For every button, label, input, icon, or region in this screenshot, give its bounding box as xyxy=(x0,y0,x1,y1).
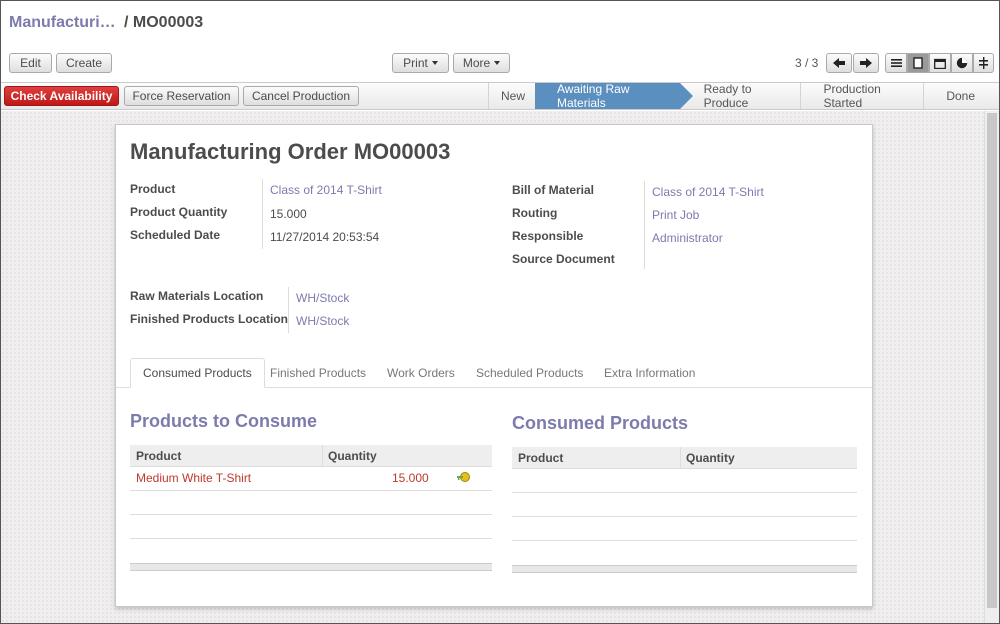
table-row-empty xyxy=(130,515,492,539)
products-to-consume-table: Product Quantity Medium White T-Shirt 15… xyxy=(130,445,492,571)
raw-materials-location-label: Raw Materials Location xyxy=(130,289,264,303)
tab-scheduled-products[interactable]: Scheduled Products xyxy=(464,358,595,388)
create-label: Create xyxy=(65,56,103,70)
tab-finished-products[interactable]: Finished Products xyxy=(258,358,378,388)
column-divider xyxy=(680,447,681,469)
gantt-view-button[interactable] xyxy=(973,53,994,73)
raw-materials-location-value[interactable]: WH/Stock xyxy=(296,291,349,305)
notebook-tabs: Consumed Products Finished Products Work… xyxy=(116,358,872,388)
breadcrumb-current: / MO00003 xyxy=(124,14,204,31)
column-header-product: Product xyxy=(136,449,182,463)
consumed-products-table: Product Quantity xyxy=(512,447,857,573)
tab-work-orders[interactable]: Work Orders xyxy=(375,358,467,388)
form-view-button[interactable] xyxy=(907,53,929,73)
product-quantity-value: 15.000 xyxy=(270,207,307,221)
finished-products-location-value[interactable]: WH/Stock xyxy=(296,314,349,328)
arrow-right-icon xyxy=(860,58,872,68)
statusbar: Check Availability Force Reservation Can… xyxy=(1,82,999,110)
caret-down-icon xyxy=(431,61,438,65)
scrollbar-thumb[interactable] xyxy=(987,113,997,608)
bill-of-material-value[interactable]: Class of 2014 T-Shirt xyxy=(652,185,764,199)
breadcrumb-parent-link[interactable]: Manufacturi… xyxy=(9,14,116,32)
title-prefix: Manufacturing Order xyxy=(130,139,348,164)
check-availability-label: Check Availability xyxy=(10,89,113,103)
products-to-consume-title: Products to Consume xyxy=(130,411,318,431)
gantt-icon xyxy=(979,57,988,69)
column-header-product: Product xyxy=(518,451,564,465)
routing-value[interactable]: Print Job xyxy=(652,208,699,222)
bill-of-material-label: Bill of Material xyxy=(512,183,595,197)
page-title: Manufacturing Order MO00003 xyxy=(130,139,450,165)
tab-extra-information[interactable]: Extra Information xyxy=(592,358,707,388)
field-separator xyxy=(262,179,263,249)
stage-awaiting-raw-materials: Awaiting Raw Materials xyxy=(535,82,693,110)
stage-done: Done xyxy=(923,83,999,109)
field-separator xyxy=(644,181,645,269)
responsible-value[interactable]: Administrator xyxy=(652,231,723,245)
stage-production-started: Production Started xyxy=(800,82,923,110)
scheduled-date-value: 11/27/2014 20:53:54 xyxy=(270,230,380,244)
table-row-empty xyxy=(130,539,492,563)
scheduled-date-label: Scheduled Date xyxy=(130,228,221,242)
table-row-empty xyxy=(512,541,857,565)
tab-consumed-products[interactable]: Consumed Products xyxy=(130,358,265,388)
table-row-empty xyxy=(512,493,857,517)
stage-ready-to-produce: Ready to Produce xyxy=(703,82,752,110)
calendar-view-button[interactable] xyxy=(929,53,951,73)
column-header-quantity: Quantity xyxy=(686,451,735,465)
finished-products-location-label: Finished Products Location xyxy=(130,312,289,326)
product-quantity-label: Product Quantity xyxy=(130,205,228,219)
form-sheet: Manufacturing Order MO00003 Product Clas… xyxy=(115,124,873,607)
check-availability-button[interactable]: Check Availability xyxy=(4,86,119,106)
cancel-production-label: Cancel Production xyxy=(251,89,351,103)
list-view-button[interactable] xyxy=(885,53,907,73)
print-button[interactable]: Print xyxy=(392,53,449,73)
column-divider xyxy=(322,445,323,467)
row-product: Medium White T-Shirt xyxy=(136,471,252,485)
stage-progress: New Awaiting Raw Materials Ready to Prod… xyxy=(488,82,999,110)
force-reservation-label: Force Reservation xyxy=(132,89,231,103)
table-row-empty xyxy=(130,491,492,515)
more-label: More xyxy=(462,56,491,70)
consume-key-icon[interactable] xyxy=(457,471,471,486)
table-footer xyxy=(512,565,857,573)
list-icon xyxy=(890,59,902,67)
pager-next-button[interactable] xyxy=(853,53,879,73)
product-label: Product xyxy=(130,182,176,196)
table-footer xyxy=(130,563,492,571)
row-quantity: 15.000 xyxy=(392,471,429,485)
routing-label: Routing xyxy=(512,206,558,220)
force-reservation-button[interactable]: Force Reservation xyxy=(124,86,239,106)
cancel-production-button[interactable]: Cancel Production xyxy=(243,86,359,106)
pie-chart-icon xyxy=(956,57,968,69)
source-document-label: Source Document xyxy=(512,252,615,266)
edit-label: Edit xyxy=(20,56,41,70)
pager-previous-button[interactable] xyxy=(826,53,852,73)
consumed-products-title: Consumed Products xyxy=(512,413,689,433)
calendar-icon xyxy=(934,58,946,69)
stage-new: New xyxy=(488,83,535,109)
print-label: Print xyxy=(403,56,428,70)
table-header: Product Quantity xyxy=(130,445,492,467)
create-button[interactable]: Create xyxy=(56,53,112,73)
pager-counter: 3 / 3 xyxy=(795,56,819,70)
order-reference: MO00003 xyxy=(353,139,451,164)
responsible-label: Responsible xyxy=(512,229,584,243)
table-row-empty xyxy=(512,469,857,493)
vertical-scrollbar[interactable] xyxy=(984,111,999,623)
arrow-left-icon xyxy=(833,58,845,68)
field-separator xyxy=(288,287,289,333)
column-header-quantity: Quantity xyxy=(328,449,377,463)
product-value[interactable]: Class of 2014 T-Shirt xyxy=(270,183,382,197)
edit-button[interactable]: Edit xyxy=(9,53,52,73)
table-row-empty xyxy=(512,517,857,541)
caret-down-icon xyxy=(494,61,501,65)
form-icon xyxy=(913,57,923,69)
table-header: Product Quantity xyxy=(512,447,857,469)
graph-view-button[interactable] xyxy=(951,53,973,73)
table-row[interactable]: Medium White T-Shirt 15.000 xyxy=(130,467,492,491)
more-button[interactable]: More xyxy=(453,53,510,73)
